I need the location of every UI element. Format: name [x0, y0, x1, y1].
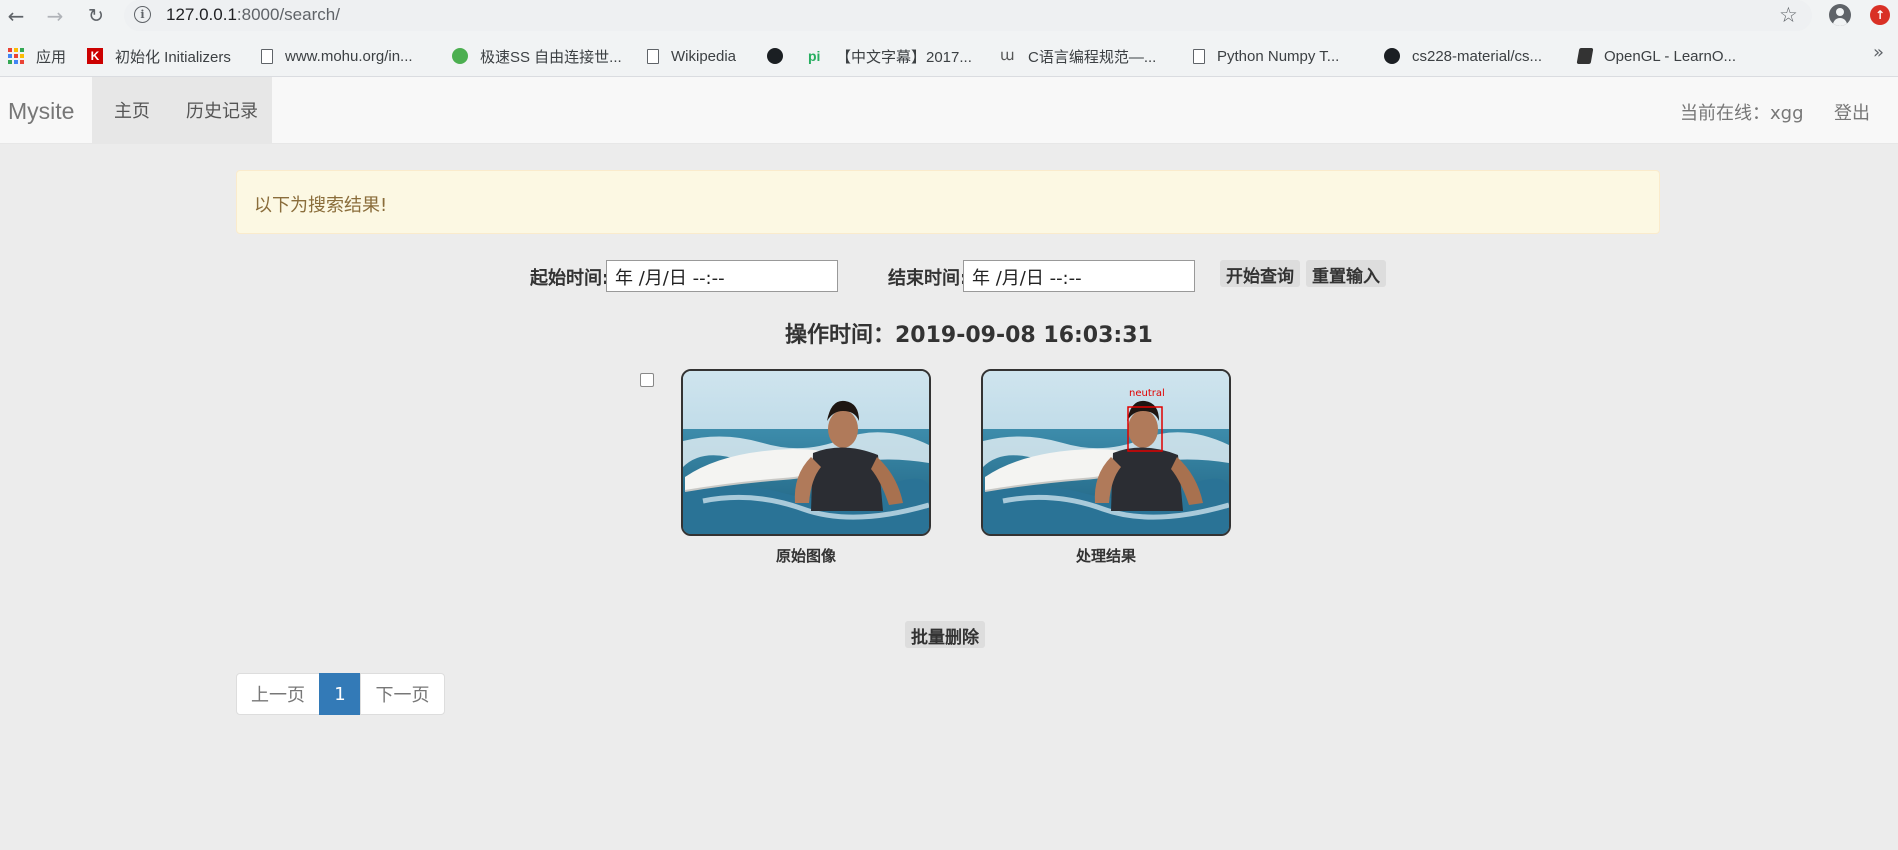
- reset-button[interactable]: 重置输入: [1306, 260, 1386, 287]
- url-path: :8000/search/: [236, 5, 340, 24]
- github-icon: [767, 48, 783, 64]
- bookmark-ss[interactable]: 极速SS 自由连接世...: [452, 45, 622, 67]
- original-image-caption: 原始图像: [775, 547, 836, 565]
- bookmark-star-icon[interactable]: ☆: [1779, 3, 1798, 27]
- bookmark-initializers[interactable]: K 初始化 Initializers: [87, 45, 231, 67]
- bookmark-label: OpenGL - LearnO...: [1604, 47, 1737, 65]
- processed-image-caption: 处理结果: [1075, 547, 1136, 565]
- bookmark-label: 应用: [36, 48, 67, 66]
- bookmark-opengl[interactable]: OpenGL - LearnO...: [1576, 45, 1737, 67]
- bookmark-label: www.mohu.org/in...: [285, 47, 413, 65]
- nav-history[interactable]: 历史记录: [172, 77, 272, 143]
- bookmark-label: 极速SS 自由连接世...: [480, 48, 622, 66]
- bookmark-github[interactable]: [767, 45, 795, 67]
- account-icon[interactable]: [1829, 4, 1851, 26]
- bookmark-label: C语言编程规范—...: [1028, 48, 1157, 66]
- github-icon: [1384, 48, 1400, 64]
- current-page-button[interactable]: 1: [319, 673, 361, 715]
- update-icon[interactable]: ↑: [1870, 5, 1890, 25]
- bookmark-zimu[interactable]: pi 【中文字幕】2017...: [808, 45, 972, 67]
- surfer-photo-annotated: neutral: [983, 371, 1229, 534]
- bookmark-label: 【中文字幕】2017...: [836, 48, 972, 66]
- processed-image: neutral: [981, 369, 1231, 536]
- site-navbar: Mysite 主页 历史记录 当前在线：xgg 登出: [0, 77, 1898, 144]
- page-icon: [647, 48, 659, 64]
- bookmark-c-style[interactable]: ա C语言编程规范—...: [1000, 45, 1156, 67]
- end-time-input[interactable]: 年 /月/日 --:--: [963, 260, 1195, 292]
- bookmark-wikipedia[interactable]: Wikipedia: [647, 45, 736, 67]
- prev-page-button[interactable]: 上一页: [236, 673, 320, 715]
- page-icon: [261, 48, 273, 64]
- current-user: 当前在线：xgg: [1680, 103, 1804, 124]
- address-bar[interactable]: i 127.0.0.1:8000/search/: [124, 0, 1812, 31]
- page-icon: [1193, 48, 1205, 64]
- end-time-label: 结束时间:: [888, 268, 968, 289]
- batch-delete-button[interactable]: 批量删除: [905, 621, 985, 648]
- browser-toolbar: ← → ↻ i 127.0.0.1:8000/search/ ☆ ↑: [0, 0, 1898, 34]
- logout-link[interactable]: 登出: [1834, 99, 1870, 125]
- pagination: 上一页 1 下一页: [236, 673, 445, 715]
- query-button[interactable]: 开始查询: [1220, 260, 1300, 287]
- url-host: 127.0.0.1: [166, 5, 237, 24]
- reload-icon[interactable]: ↻: [84, 4, 108, 28]
- select-record-checkbox[interactable]: [640, 373, 654, 387]
- bookmark-label: 初始化 Initializers: [115, 48, 231, 66]
- green-circle-icon: [452, 48, 468, 64]
- bookmark-numpy[interactable]: Python Numpy T...: [1193, 45, 1339, 67]
- glyph-icon: ա: [1000, 47, 1015, 64]
- search-result-alert: 以下为搜索结果!: [236, 170, 1660, 234]
- pi-icon: pi: [808, 48, 821, 64]
- apps-icon: [8, 48, 24, 64]
- forward-arrow-icon[interactable]: →: [43, 4, 67, 28]
- time-search-form: 起始时间: 年 /月/日 --:-- 结束时间: 年 /月/日 --:-- 开始…: [0, 258, 1898, 294]
- info-icon[interactable]: i: [134, 6, 151, 23]
- k-logo-icon: K: [87, 48, 103, 64]
- start-time-input[interactable]: 年 /月/日 --:--: [606, 260, 838, 292]
- more-bookmarks-icon[interactable]: »: [1873, 42, 1884, 63]
- emotion-label: neutral: [1129, 388, 1165, 399]
- bookmarks-bar: 应用 K 初始化 Initializers www.mohu.org/in...…: [0, 34, 1898, 77]
- bookmark-mohu[interactable]: www.mohu.org/in...: [261, 45, 413, 67]
- url-text[interactable]: 127.0.0.1:8000/search/: [166, 5, 340, 25]
- bookmark-label: Python Numpy T...: [1217, 47, 1340, 65]
- brand-link[interactable]: Mysite: [8, 98, 74, 125]
- start-time-label: 起始时间:: [530, 268, 610, 289]
- bookmark-apps[interactable]: 应用: [8, 45, 66, 67]
- bookmark-label: cs228-material/cs...: [1412, 47, 1543, 65]
- back-arrow-icon[interactable]: ←: [4, 4, 28, 28]
- bookmark-cs228[interactable]: cs228-material/cs...: [1384, 45, 1542, 67]
- operation-time: 操作时间：2019-09-08 16:03:31: [785, 323, 1153, 348]
- book-icon: [1576, 48, 1594, 64]
- original-image: [681, 369, 931, 536]
- next-page-button[interactable]: 下一页: [360, 673, 445, 715]
- nav-home[interactable]: 主页: [92, 77, 172, 143]
- surfer-photo: [683, 371, 929, 534]
- bookmark-label: Wikipedia: [671, 47, 737, 65]
